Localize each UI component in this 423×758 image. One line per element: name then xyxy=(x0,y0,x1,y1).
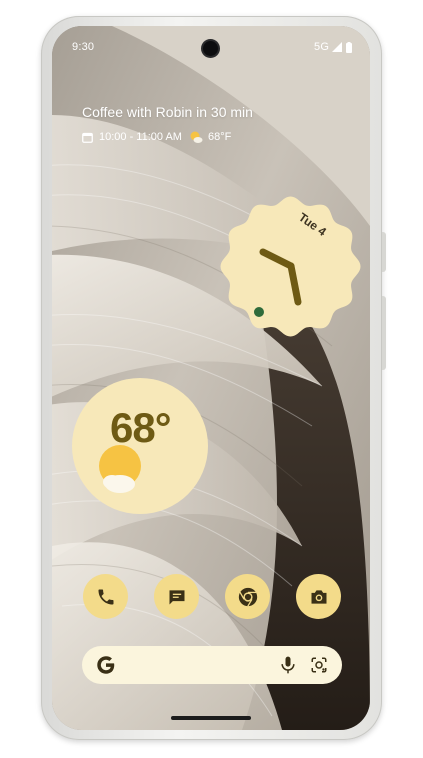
messages-icon xyxy=(169,589,184,604)
lens-icon[interactable] xyxy=(310,656,328,674)
chrome-icon xyxy=(238,587,257,606)
glance-event-details[interactable]: 10:00 - 11:00 AM 68°F xyxy=(82,130,231,144)
camera-app-button[interactable] xyxy=(296,574,341,619)
glance-weather-temp: 68°F xyxy=(207,131,232,143)
calendar-icon xyxy=(82,132,93,143)
glance-event-title[interactable]: Coffee with Robin in 30 min xyxy=(82,104,253,120)
clock-widget[interactable] xyxy=(218,194,363,339)
gesture-nav-handle[interactable] xyxy=(171,716,251,720)
status-time: 9:30 xyxy=(72,41,95,53)
volume-button[interactable] xyxy=(382,296,386,370)
phone-app-button[interactable] xyxy=(83,574,128,619)
camera-icon xyxy=(311,589,326,604)
clock-dot xyxy=(254,307,264,317)
chrome-app-button[interactable] xyxy=(225,574,270,619)
battery-icon xyxy=(346,41,353,53)
home-screen: 9:30 5G Coffee with Robin in 30 min 10:0… xyxy=(52,26,370,730)
phone-icon xyxy=(98,589,113,604)
mic-icon[interactable] xyxy=(278,655,298,675)
weather-temperature: 68° xyxy=(110,404,172,451)
network-label: 5G xyxy=(314,41,330,53)
power-button[interactable] xyxy=(382,232,386,272)
signal-icon xyxy=(332,42,343,52)
partly-sunny-icon xyxy=(190,131,203,143)
front-camera xyxy=(203,41,218,56)
messages-app-button[interactable] xyxy=(154,574,199,619)
google-logo-icon[interactable]: G xyxy=(95,654,117,676)
google-search-bar[interactable]: G xyxy=(82,646,342,684)
glance-event-time: 10:00 - 11:00 AM xyxy=(99,131,182,143)
status-network: 5G xyxy=(314,41,353,53)
